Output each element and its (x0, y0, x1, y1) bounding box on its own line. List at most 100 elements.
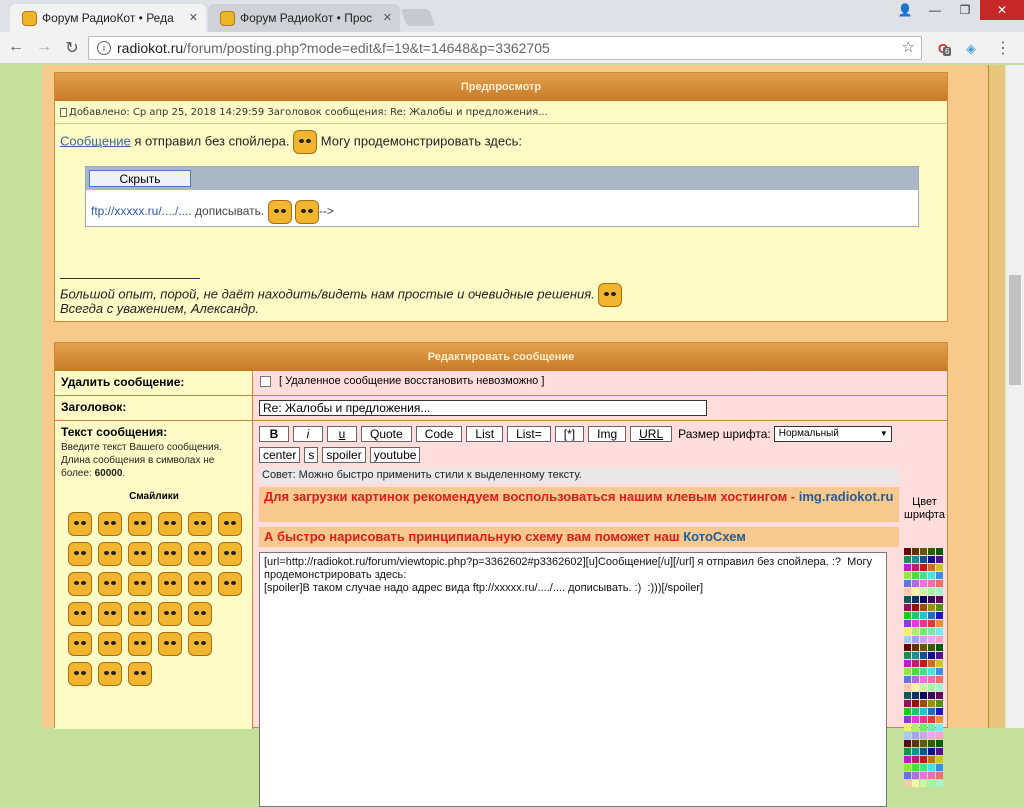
smiley-icon[interactable] (188, 632, 212, 656)
color-swatch[interactable] (936, 604, 943, 611)
color-swatch[interactable] (912, 612, 919, 619)
spoiler-button[interactable]: spoiler (322, 447, 366, 463)
color-swatch[interactable] (904, 764, 911, 771)
smiley-icon[interactable] (158, 542, 182, 566)
color-swatch[interactable] (928, 628, 935, 635)
smiley-icon[interactable] (218, 572, 242, 596)
new-tab-button[interactable] (400, 9, 436, 26)
color-swatch[interactable] (928, 604, 935, 611)
color-swatch[interactable] (928, 780, 935, 787)
message-textarea[interactable]: [url=http://radiokot.ru/forum/viewtopic.… (259, 552, 887, 807)
underline-button[interactable]: u (327, 426, 357, 442)
color-swatch[interactable] (936, 580, 943, 587)
color-swatch[interactable] (904, 772, 911, 779)
color-swatch[interactable] (920, 620, 927, 627)
color-swatch[interactable] (928, 572, 935, 579)
smiley-icon[interactable] (98, 662, 122, 686)
color-swatch[interactable] (912, 572, 919, 579)
color-swatch[interactable] (936, 692, 943, 699)
color-swatch[interactable] (912, 708, 919, 715)
color-swatch[interactable] (920, 636, 927, 643)
promo-link[interactable]: img.radiokot.ru (799, 489, 894, 504)
list-ordered-button[interactable]: List= (507, 426, 551, 442)
color-swatch[interactable] (936, 636, 943, 643)
scrollbar-thumb[interactable] (1009, 275, 1021, 385)
color-swatch[interactable] (920, 748, 927, 755)
color-swatch[interactable] (904, 596, 911, 603)
color-swatch[interactable] (904, 732, 911, 739)
color-swatch[interactable] (920, 644, 927, 651)
color-swatch[interactable] (928, 772, 935, 779)
bold-button[interactable]: B (259, 426, 289, 442)
url-button[interactable]: URL (630, 426, 673, 442)
color-swatch[interactable] (912, 636, 919, 643)
color-swatch[interactable] (936, 572, 943, 579)
color-swatch[interactable] (928, 652, 935, 659)
bookmark-star-icon[interactable]: ☆ (902, 37, 915, 59)
color-swatch[interactable] (904, 740, 911, 747)
color-swatch[interactable] (912, 692, 919, 699)
color-swatch[interactable] (920, 660, 927, 667)
smiley-icon[interactable] (158, 602, 182, 626)
smiley-icon[interactable] (128, 602, 152, 626)
color-swatch[interactable] (912, 772, 919, 779)
spoiler-hide-button[interactable]: Скрыть (89, 170, 191, 187)
color-swatch[interactable] (904, 588, 911, 595)
color-swatch[interactable] (912, 556, 919, 563)
subject-input[interactable]: Re: Жалобы и предложения... (259, 400, 707, 416)
smiley-icon[interactable] (128, 512, 152, 536)
color-swatch[interactable] (912, 596, 919, 603)
message-link[interactable]: Сообщение (60, 133, 131, 148)
smiley-icon[interactable] (98, 632, 122, 656)
italic-button[interactable]: i (293, 426, 323, 442)
color-swatch[interactable] (928, 708, 935, 715)
smiley-icon[interactable] (188, 602, 212, 626)
color-swatch[interactable] (920, 756, 927, 763)
browser-tab[interactable]: Форум РадиоКот • Прос ✕ (208, 4, 400, 32)
color-swatch[interactable] (904, 604, 911, 611)
color-swatch[interactable] (936, 620, 943, 627)
color-swatch[interactable] (936, 708, 943, 715)
color-swatch[interactable] (928, 676, 935, 683)
color-swatch[interactable] (912, 668, 919, 675)
color-swatch[interactable] (920, 716, 927, 723)
smiley-icon[interactable] (188, 542, 212, 566)
color-swatch[interactable] (936, 756, 943, 763)
color-swatch[interactable] (920, 604, 927, 611)
color-swatch[interactable] (920, 652, 927, 659)
color-swatch[interactable] (912, 548, 919, 555)
color-swatch[interactable] (920, 668, 927, 675)
url-input[interactable]: i radiokot.ru/forum/posting.php?mode=edi… (88, 36, 922, 60)
color-swatch[interactable] (928, 692, 935, 699)
color-swatch[interactable] (920, 548, 927, 555)
color-swatch[interactable] (928, 548, 935, 555)
smiley-icon[interactable] (188, 572, 212, 596)
color-swatch[interactable] (928, 644, 935, 651)
list-item-button[interactable]: [*] (554, 426, 585, 442)
color-swatch[interactable] (928, 588, 935, 595)
color-swatch[interactable] (936, 612, 943, 619)
profile-icon[interactable]: 👤 (890, 0, 920, 20)
color-swatch[interactable] (912, 740, 919, 747)
color-swatch[interactable] (920, 700, 927, 707)
smiley-icon[interactable] (128, 632, 152, 656)
color-swatch[interactable] (936, 684, 943, 691)
close-window-icon[interactable]: ✕ (980, 0, 1024, 20)
smiley-icon[interactable] (68, 632, 92, 656)
color-swatch[interactable] (920, 580, 927, 587)
color-swatch[interactable] (912, 660, 919, 667)
scrollbar[interactable] (1005, 65, 1024, 728)
color-swatch[interactable] (928, 660, 935, 667)
color-swatch[interactable] (920, 628, 927, 635)
color-swatch[interactable] (904, 612, 911, 619)
smiley-icon[interactable] (98, 572, 122, 596)
color-swatch[interactable] (928, 732, 935, 739)
color-swatch[interactable] (912, 764, 919, 771)
color-swatch[interactable] (936, 644, 943, 651)
color-swatch[interactable] (912, 756, 919, 763)
color-swatch[interactable] (936, 660, 943, 667)
color-swatch[interactable] (904, 580, 911, 587)
quote-button[interactable]: Quote (361, 426, 412, 442)
color-swatch[interactable] (904, 756, 911, 763)
color-swatch[interactable] (920, 556, 927, 563)
